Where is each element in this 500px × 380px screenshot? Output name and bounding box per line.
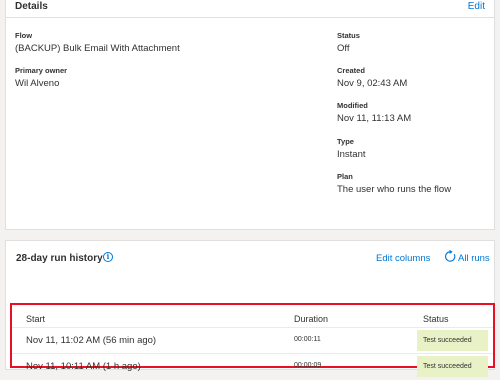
plan-label: Plan xyxy=(337,172,353,181)
flow-value: (BACKUP) Bulk Email With Attachment xyxy=(15,43,180,54)
flow-label: Flow xyxy=(15,31,33,40)
run-history-table: Start Duration Status Nov 11, 11:02 AM (… xyxy=(10,303,495,377)
plan-field: Plan The user who runs the flow xyxy=(337,172,451,196)
run-status-badge: Test succeeded xyxy=(417,356,488,377)
all-runs-button[interactable]: All runs xyxy=(458,253,490,264)
run-duration-cell: 00:00:11 xyxy=(294,336,321,343)
run-start-cell[interactable]: Nov 11, 11:02 AM (56 min ago) xyxy=(26,335,156,346)
type-value: Instant xyxy=(337,149,366,160)
run-history-card: 28-day run history i Edit columns All ru… xyxy=(5,240,495,377)
column-header-start[interactable]: Start xyxy=(26,314,45,324)
table-row[interactable]: Nov 11, 11:02 AM (56 min ago) 00:00:11 T… xyxy=(12,327,493,354)
run-duration-cell: 00:00:09 xyxy=(294,362,322,369)
modified-label: Modified xyxy=(337,101,368,110)
flow-field: Flow (BACKUP) Bulk Email With Attachment xyxy=(15,31,180,55)
run-history-title: 28-day run history xyxy=(16,253,103,264)
owner-field: Primary owner Wil Alveno xyxy=(15,66,67,90)
created-field: Created Nov 9, 02:43 AM xyxy=(337,66,407,90)
edit-details-link[interactable]: Edit xyxy=(468,1,485,12)
created-value: Nov 9, 02:43 AM xyxy=(337,78,408,89)
run-status-badge: Test succeeded xyxy=(417,330,488,351)
status-value: Off xyxy=(337,43,350,54)
refresh-icon[interactable] xyxy=(444,250,457,263)
edit-columns-button[interactable]: Edit columns xyxy=(376,253,430,264)
column-header-status[interactable]: Status xyxy=(423,314,449,324)
column-header-duration[interactable]: Duration xyxy=(294,314,328,324)
type-field: Type Instant xyxy=(337,137,366,161)
owner-label: Primary owner xyxy=(15,66,68,75)
status-label: Status xyxy=(337,31,360,40)
plan-value: The user who runs the flow xyxy=(337,184,452,195)
created-label: Created xyxy=(337,66,365,75)
modified-value: Nov 11, 11:13 AM xyxy=(337,113,412,124)
type-label: Type xyxy=(337,137,354,146)
details-card: Details Edit Flow (BACKUP) Bulk Email Wi… xyxy=(5,0,495,230)
details-title: Details xyxy=(15,1,48,12)
info-icon[interactable]: i xyxy=(103,252,113,262)
details-divider xyxy=(6,17,494,18)
modified-field: Modified Nov 11, 11:13 AM xyxy=(337,101,411,125)
owner-value: Wil Alveno xyxy=(15,78,60,89)
table-row[interactable]: Nov 11, 10:11 AM (1 h ago) 00:00:09 Test… xyxy=(12,353,493,380)
status-field: Status Off xyxy=(337,31,360,55)
